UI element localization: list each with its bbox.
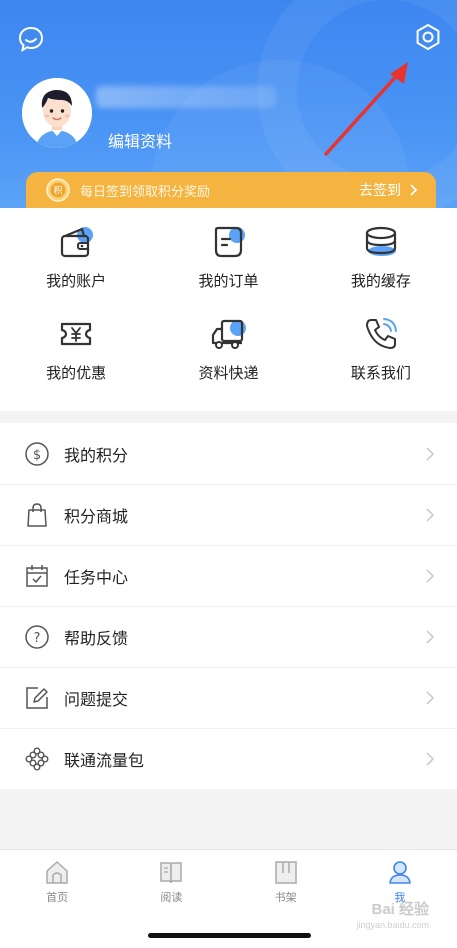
edit-icon xyxy=(26,686,48,709)
checkin-button[interactable]: 去签到 xyxy=(359,180,418,200)
menu-item-label: 我的积分 xyxy=(64,447,129,465)
grid-item-coupons[interactable]: 我的优惠 xyxy=(0,314,152,406)
chevron-right-icon xyxy=(426,629,435,644)
grid-item-orders[interactable]: 我的订单 xyxy=(152,222,304,314)
menu-item-task-center[interactable]: 任务中心 xyxy=(0,545,457,606)
points-icon: $ xyxy=(25,441,49,466)
tab-label: 阅读 xyxy=(160,892,183,904)
tab-home[interactable]: 首页 xyxy=(0,850,114,914)
chevron-right-icon xyxy=(426,751,435,766)
svg-text:?: ? xyxy=(34,631,41,646)
menu-item-label: 积分商城 xyxy=(64,508,129,526)
grid-item-label: 我的订单 xyxy=(198,273,259,290)
checkin-button-label: 去签到 xyxy=(359,182,401,198)
username-blurred xyxy=(96,86,276,108)
menu-item-label: 帮助反馈 xyxy=(64,630,129,648)
avatar[interactable] xyxy=(22,78,92,148)
home-icon xyxy=(46,861,68,884)
wallet-icon xyxy=(61,227,94,258)
grid-item-label: 我的缓存 xyxy=(350,273,411,290)
daily-checkin-bar[interactable]: 积 每日签到领取积分奖励 去签到 xyxy=(26,172,436,208)
tab-read[interactable]: 阅读 xyxy=(114,850,228,914)
function-grid: 我的账户 我的订单 我的缓存 我的优惠 资料快递 联系我们 xyxy=(0,208,457,411)
chevron-right-icon xyxy=(426,568,435,583)
truck-icon xyxy=(212,319,247,349)
coupon-icon xyxy=(61,322,92,346)
chevron-right-icon xyxy=(426,507,435,522)
checkin-text: 每日签到领取积分奖励 xyxy=(80,183,211,199)
grid-item-label: 资料快递 xyxy=(198,365,259,382)
menu-item-label: 联通流量包 xyxy=(64,752,145,770)
menu-item-unicom-data[interactable]: 联通流量包 xyxy=(0,728,457,789)
grid-item-label: 我的优惠 xyxy=(46,365,107,382)
settings-icon[interactable] xyxy=(413,22,443,52)
grid-item-delivery[interactable]: 资料快递 xyxy=(152,314,304,406)
menu-item-submit-issue[interactable]: 问题提交 xyxy=(0,667,457,728)
order-icon xyxy=(215,226,246,258)
menu-item-label: 问题提交 xyxy=(64,691,129,709)
cache-icon xyxy=(365,226,396,256)
user-icon xyxy=(389,861,411,884)
book-icon xyxy=(160,862,183,884)
grid-item-contact[interactable]: 联系我们 xyxy=(305,314,457,406)
help-icon: ? xyxy=(25,624,49,649)
chevron-right-icon xyxy=(426,690,435,705)
watermark: Bai 经验 xyxy=(371,901,429,918)
bottom-tab-bar: 首页 阅读 书架 我 Bai 经验 jingyan.baidu.com xyxy=(0,849,457,948)
calendar-check-icon xyxy=(26,564,48,587)
edit-profile-link[interactable]: 编辑资料 xyxy=(108,128,172,152)
chevron-right-icon xyxy=(426,446,435,461)
bookshelf-icon xyxy=(274,861,297,884)
tab-label: 首页 xyxy=(46,892,69,904)
message-icon[interactable] xyxy=(16,24,46,54)
grid-item-cache[interactable]: 我的缓存 xyxy=(305,222,457,314)
menu-item-points[interactable]: $ 我的积分 xyxy=(0,423,457,484)
tab-label: 书架 xyxy=(274,892,297,904)
settings-menu-list: $ 我的积分 积分商城 任务中心 ? 帮助反馈 问题提交 联通流量包 xyxy=(0,423,457,789)
menu-item-help[interactable]: ? 帮助反馈 xyxy=(0,606,457,667)
grid-item-label: 我的账户 xyxy=(46,273,107,290)
watermark-sub: jingyan.baidu.com xyxy=(356,920,429,930)
menu-item-points-mall[interactable]: 积分商城 xyxy=(0,484,457,545)
phone-icon xyxy=(365,318,397,349)
shopping-bag-icon xyxy=(27,502,47,527)
home-indicator[interactable] xyxy=(148,933,311,938)
unicom-knot-icon xyxy=(25,747,49,771)
coin-icon: 积 xyxy=(46,178,70,202)
tab-bookshelf[interactable]: 书架 xyxy=(229,850,343,914)
grid-item-label: 联系我们 xyxy=(350,365,411,382)
grid-item-account[interactable]: 我的账户 xyxy=(0,222,152,314)
menu-item-label: 任务中心 xyxy=(64,569,129,587)
svg-text:$: $ xyxy=(33,448,41,463)
coin-glyph: 积 xyxy=(53,185,62,197)
chevron-right-icon xyxy=(410,184,418,196)
